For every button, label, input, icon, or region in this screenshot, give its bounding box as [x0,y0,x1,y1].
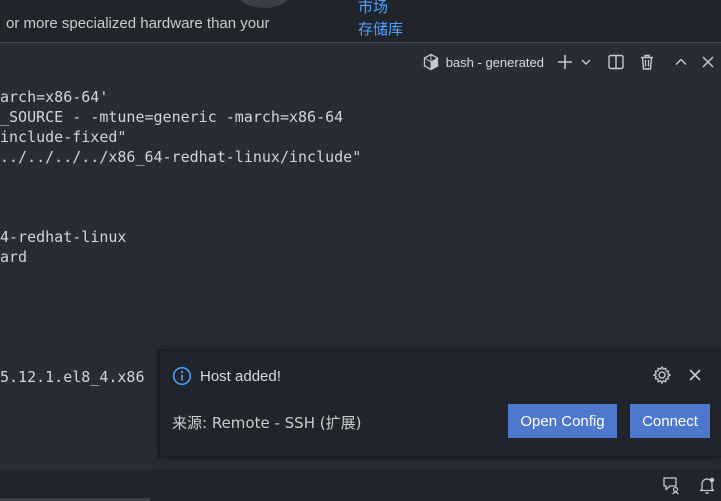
terminal-line: 5.12.1.el8_4.x86 [0,368,145,386]
terminal-tab-label: bash - generated [445,54,544,70]
feedback-icon[interactable] [661,475,681,499]
plus-icon[interactable] [554,48,576,76]
terminal-line: ard [0,248,28,266]
gear-icon[interactable] [652,365,672,389]
terminal-line: arch=x86-64' [0,88,109,106]
terminal-tab[interactable]: bash - generated [422,53,544,71]
terminal-line: 4-redhat-linux [0,228,127,246]
terminal-line: include-fixed" [0,128,127,146]
notification-toast: Host added! 来源: Remote - SSH (扩展) Open C… [159,350,721,457]
trash-icon[interactable] [633,48,661,76]
cube-icon [422,53,440,71]
bell-icon[interactable] [697,475,717,499]
notification-source: 来源: Remote - SSH (扩展) [172,414,362,432]
extension-avatar [237,0,291,8]
editor-top-area: or more specialized hardware than your 市… [0,0,721,42]
info-icon [172,366,192,386]
marketplace-link[interactable]: 市场 [358,0,388,17]
terminal-line: _SOURCE - -mtune=generic -march=x86-64 [0,108,344,126]
notification-header: Host added! [172,366,281,386]
open-config-button[interactable]: Open Config [508,404,617,438]
chevron-down-icon[interactable] [576,48,596,76]
terminal-line: ../../../../x86_64-redhat-linux/include" [0,148,362,166]
extension-description: or more specialized hardware than your [6,15,270,32]
terminal-panel-header: bash - generated [0,43,721,81]
connect-button[interactable]: Connect [630,404,710,438]
notification-title: Host added! [200,367,281,385]
chevron-up-icon[interactable] [667,48,695,76]
close-icon[interactable] [695,48,721,76]
split-icon[interactable] [602,48,630,76]
close-icon[interactable] [685,365,705,389]
repository-link[interactable]: 存储库 [358,18,403,39]
status-bar [0,470,721,501]
